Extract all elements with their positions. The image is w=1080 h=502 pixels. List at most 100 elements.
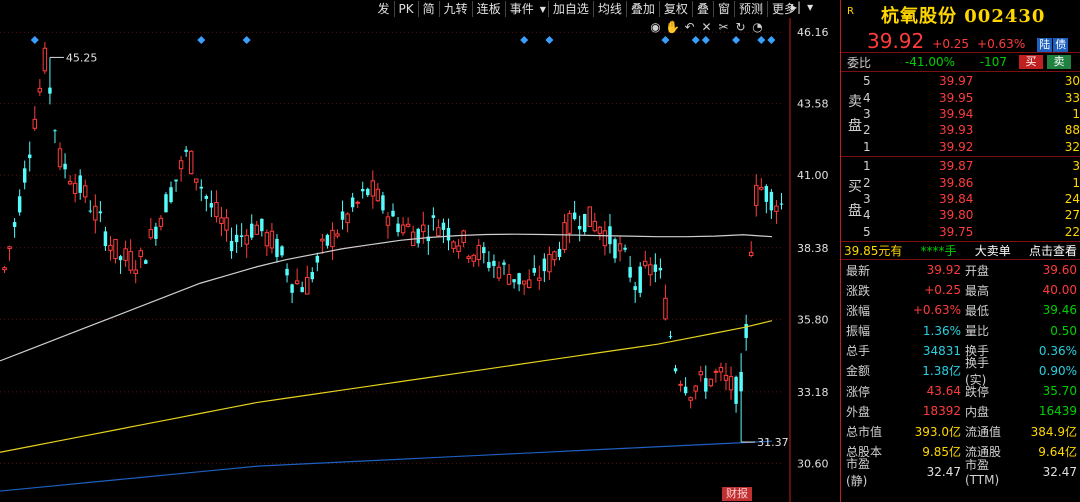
refresh-icon[interactable]: ↻ bbox=[733, 20, 748, 34]
candle-body bbox=[748, 251, 754, 257]
stat-value: 1.36% bbox=[922, 323, 961, 338]
collapse-icon[interactable]: ▾ bbox=[807, 0, 813, 14]
sell-side-row[interactable]: 1 39.92 32 bbox=[841, 139, 1080, 155]
stat-value: +0.25 bbox=[924, 283, 961, 298]
sell-side-row[interactable]: 2 39.93 88 bbox=[841, 122, 1080, 138]
candle-body bbox=[294, 280, 300, 285]
ma-yellow-line bbox=[0, 320, 773, 453]
toolbar-item-ma[interactable]: 均线 bbox=[592, 1, 626, 17]
toolbar-item-fa[interactable]: 发 bbox=[374, 1, 394, 17]
hand-icon[interactable]: ✋ bbox=[665, 20, 680, 34]
toolbar-item-overlay[interactable]: 叠加 bbox=[625, 1, 659, 17]
cross-icon[interactable]: ✕ bbox=[699, 20, 714, 34]
undo-icon[interactable]: ↶ bbox=[682, 20, 697, 34]
lu-badge[interactable]: 陆 bbox=[1037, 38, 1053, 52]
candle-body bbox=[482, 247, 486, 254]
cut-icon[interactable]: ✂ bbox=[716, 20, 731, 34]
candle-body bbox=[688, 397, 693, 401]
candle-body bbox=[269, 230, 275, 249]
candle-body bbox=[537, 277, 542, 281]
candle-body bbox=[32, 118, 38, 129]
buy-side-row[interactable]: 2 39.86 1 bbox=[841, 174, 1080, 190]
stat-label: 总手 bbox=[846, 344, 871, 359]
stat-value: 39.60 bbox=[1042, 263, 1077, 277]
candle-body bbox=[118, 256, 123, 261]
book-price: 39.84 bbox=[939, 191, 974, 206]
clock-icon[interactable]: ◔ bbox=[750, 20, 765, 34]
candle-body bbox=[93, 205, 98, 221]
buy-button[interactable]: 买 bbox=[1019, 55, 1043, 69]
kline-chart[interactable]: 46.16 43.58 41.00 38.38 35.80 33.18 30.60 45.25… bbox=[0, 0, 840, 502]
candle-body bbox=[693, 385, 698, 392]
toolbar-item-jiuzhuan[interactable]: 九转 bbox=[438, 1, 472, 17]
toolbar-item-adjust[interactable]: 复权 bbox=[658, 1, 692, 17]
candle-body bbox=[340, 211, 345, 220]
candle-body bbox=[57, 148, 63, 168]
candle-body bbox=[128, 251, 133, 271]
toolbar-item-die[interactable]: 叠 bbox=[691, 1, 713, 17]
toolbar-item-jian[interactable]: 简 bbox=[417, 1, 439, 17]
zhai-badge[interactable]: 债 bbox=[1053, 38, 1069, 52]
book-volume: 27 bbox=[1064, 208, 1080, 223]
book-volume: 3 bbox=[1072, 159, 1080, 174]
toolbar-item-window[interactable]: 窗 bbox=[712, 1, 734, 17]
big-order-view-link[interactable]: 点击查看 bbox=[1029, 242, 1077, 259]
candle-body bbox=[512, 279, 516, 283]
toolbar-item-forecast[interactable]: 预测 bbox=[733, 1, 767, 17]
candle-body bbox=[487, 261, 491, 268]
stock-name[interactable]: 杭氧股份 002430 bbox=[881, 2, 1045, 28]
sell-side-label-text: 卖盘 bbox=[848, 94, 862, 134]
price-change: +0.25 bbox=[932, 37, 970, 51]
event-marker bbox=[701, 36, 710, 44]
pin-right-icon[interactable]: ▸| bbox=[791, 0, 801, 14]
stat-label: 总市值 bbox=[846, 425, 883, 439]
candle-body bbox=[355, 201, 360, 204]
candle-body bbox=[739, 371, 743, 392]
buy-side-row[interactable]: 4 39.80 27 bbox=[841, 207, 1080, 223]
candle-body bbox=[254, 224, 260, 235]
earnings-event-tag[interactable]: 财报 bbox=[722, 487, 752, 501]
toolbar-item-add-watchlist[interactable]: 加自选 bbox=[547, 1, 593, 17]
sell-button[interactable]: 卖 bbox=[1047, 55, 1071, 69]
book-volume: 24 bbox=[1064, 191, 1080, 206]
candle-body bbox=[244, 234, 249, 245]
big-order-row: 39.85元有 ****手 大卖单 点击查看 bbox=[841, 242, 1080, 260]
toolbar-item-pk[interactable]: PK bbox=[393, 1, 418, 17]
candle-body bbox=[305, 276, 310, 295]
candle-body bbox=[310, 272, 314, 280]
eye-icon[interactable]: ◉ bbox=[648, 20, 663, 34]
candle-body bbox=[345, 213, 350, 224]
book-price: 39.87 bbox=[939, 159, 974, 174]
toolbar-item-shijian[interactable]: 事件 bbox=[504, 1, 538, 17]
sell-side-row[interactable]: 3 39.94 1 bbox=[841, 106, 1080, 122]
candle-body bbox=[552, 251, 557, 261]
book-volume: 30 bbox=[1064, 74, 1080, 89]
buy-side-row[interactable]: 3 39.84 24 bbox=[841, 191, 1080, 207]
buy-side-row[interactable]: 5 39.75 22 bbox=[841, 224, 1080, 240]
candle-body bbox=[633, 286, 637, 291]
book-volume: 33 bbox=[1064, 90, 1080, 105]
chart-tool-icons: ◉ ✋ ↶ ✕ ✂ ↻ ◔ bbox=[648, 20, 765, 34]
kline-chart-area[interactable]: 46.16 43.58 41.00 38.38 35.80 33.18 30.60 45.25… bbox=[0, 0, 840, 502]
book-level: 5 bbox=[863, 224, 871, 239]
candle-body bbox=[2, 267, 7, 271]
candle-body bbox=[562, 222, 567, 251]
stat-label: 量比 bbox=[965, 324, 990, 339]
shijian-dropdown-icon[interactable]: ▼ bbox=[538, 5, 548, 14]
y-tick-label: 41.00 bbox=[797, 169, 829, 182]
candle-body bbox=[184, 149, 188, 152]
buy-side-row[interactable]: 1 39.87 3 bbox=[841, 158, 1080, 174]
candle-body bbox=[42, 47, 48, 72]
candle-body bbox=[148, 229, 154, 239]
y-tick-label: 46.16 bbox=[797, 26, 829, 39]
candle-body bbox=[381, 195, 385, 211]
candle-body bbox=[708, 378, 714, 387]
candle-body bbox=[658, 267, 663, 271]
stat-label: 振幅 bbox=[846, 324, 871, 339]
candle-body bbox=[602, 230, 608, 247]
sell-side-row[interactable]: 5 39.97 30 bbox=[841, 73, 1080, 89]
toolbar-item-lianban[interactable]: 连板 bbox=[471, 1, 505, 17]
candle-body bbox=[557, 248, 562, 257]
sell-side-row[interactable]: 4 39.95 33 bbox=[841, 89, 1080, 105]
candle-body bbox=[22, 168, 27, 183]
